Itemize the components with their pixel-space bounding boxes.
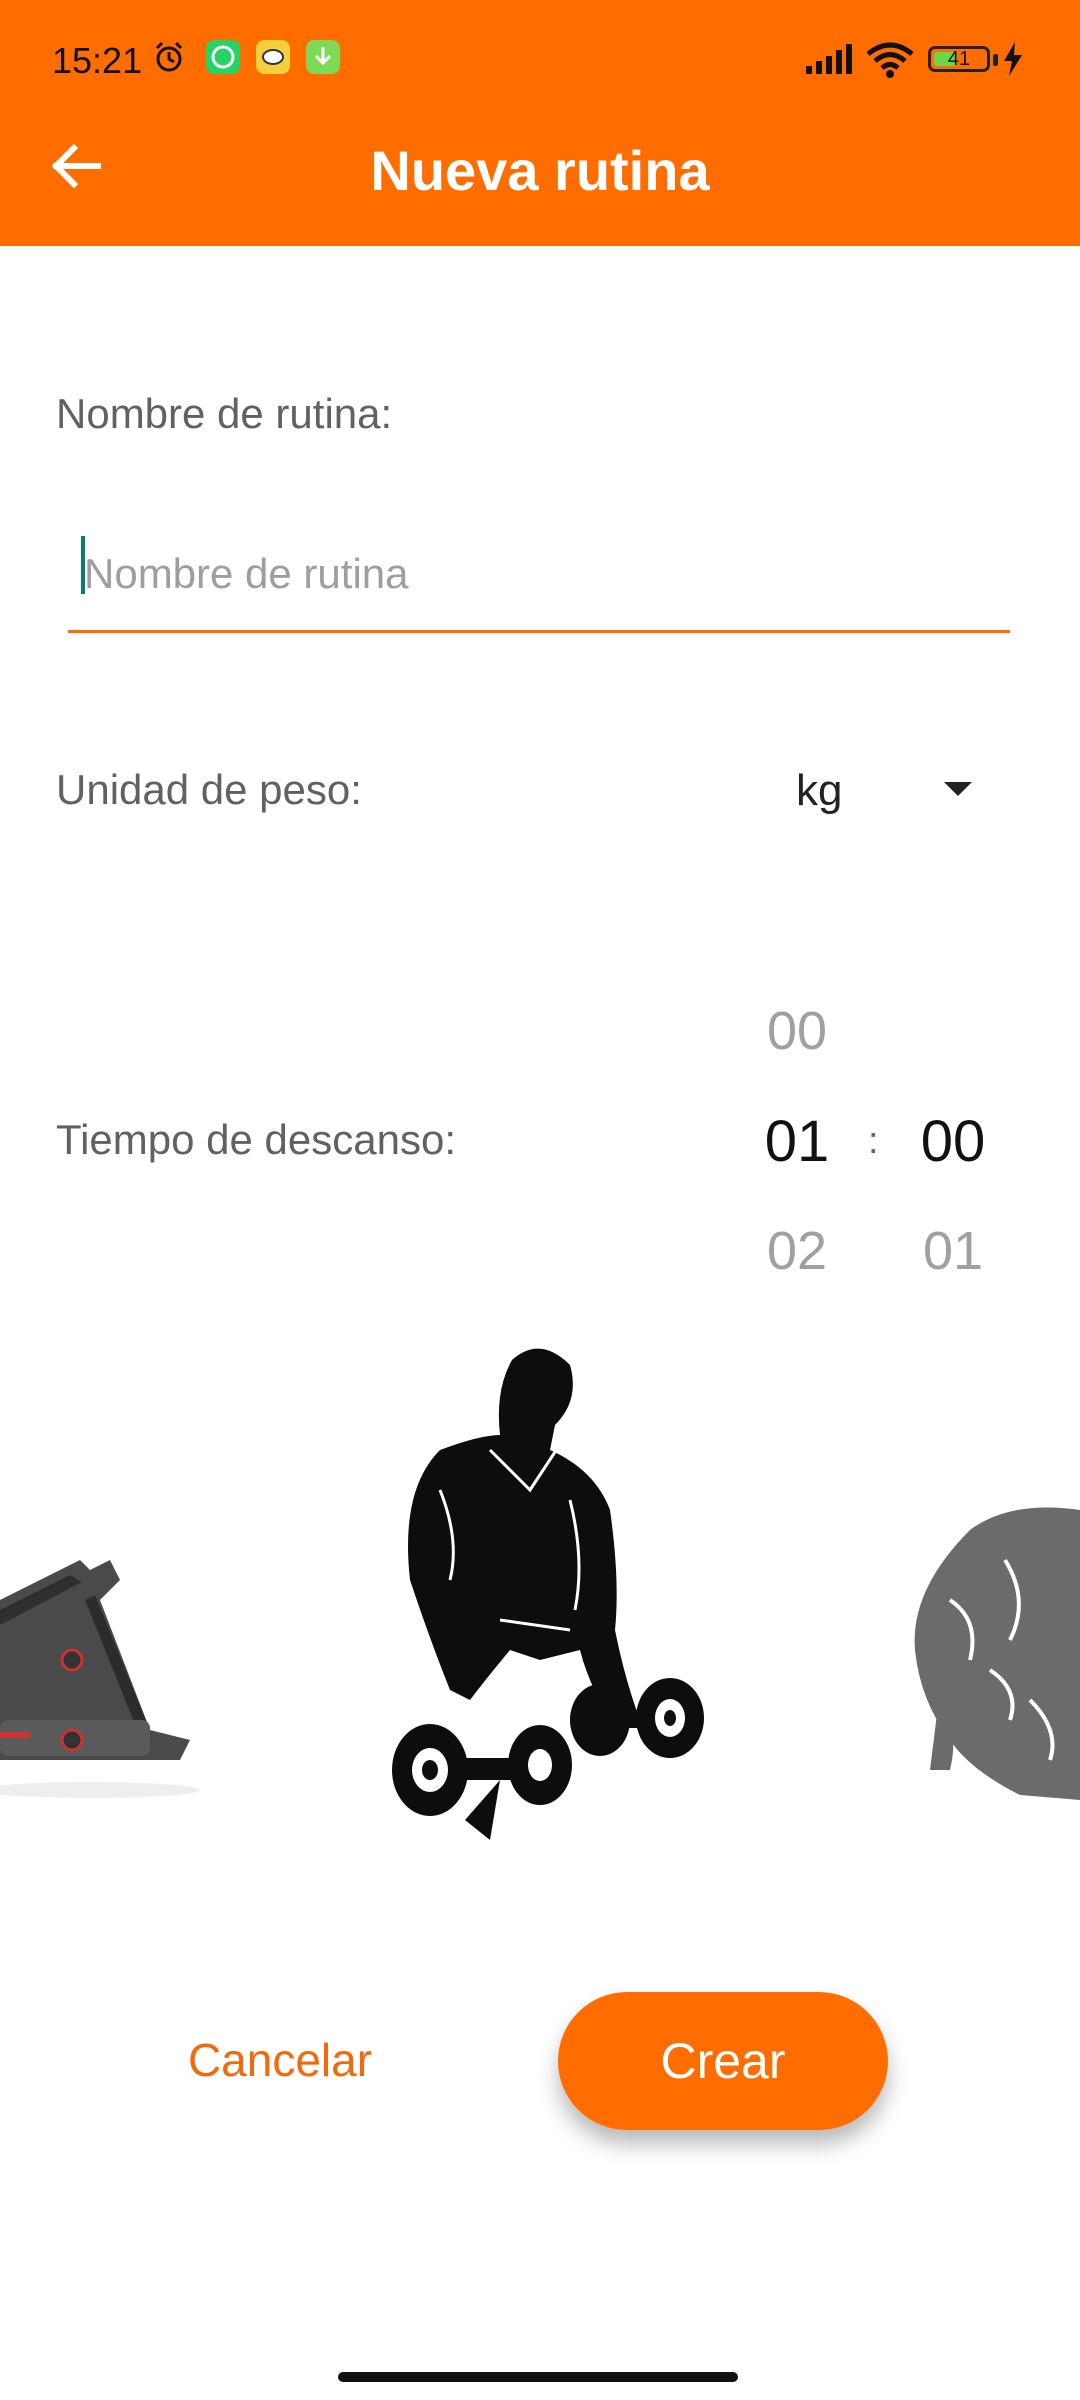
download-icon (306, 40, 340, 74)
muscle-torso-image[interactable] (910, 1500, 1080, 1800)
minutes-next[interactable]: 02 (737, 1220, 857, 1282)
status-time: 15:21 (52, 40, 143, 81)
dropdown-arrow-icon (944, 782, 972, 796)
battery-level: 41 (947, 48, 971, 70)
seconds-selected[interactable]: 00 (893, 1108, 1013, 1175)
battery-icon: 41 (928, 46, 990, 72)
cancel-button[interactable]: Cancelar (150, 2000, 410, 2120)
treadmill-image[interactable] (0, 1460, 200, 1800)
wifi-icon (866, 42, 914, 78)
seconds-next[interactable]: 01 (893, 1220, 1013, 1282)
routine-name-field[interactable] (68, 520, 1010, 633)
home-indicator[interactable] (338, 2372, 738, 2382)
charging-icon (1004, 42, 1022, 76)
weight-unit-label: Unidad de peso: (56, 766, 362, 813)
signal-icon (806, 44, 852, 74)
picker-separator: : (868, 1120, 879, 1162)
dumbbell-curl-image[interactable] (370, 1340, 710, 1860)
create-button[interactable]: Crear (558, 1992, 888, 2130)
minutes-prev[interactable]: 00 (737, 1000, 857, 1062)
status-bar: 15:21 41 (0, 0, 1080, 120)
routine-name-label: Nombre de rutina: (56, 390, 393, 437)
minutes-selected[interactable]: 01 (737, 1108, 857, 1175)
weight-unit-dropdown[interactable]: kg (780, 752, 1000, 832)
routine-image-carousel[interactable] (0, 1320, 1080, 1880)
weight-unit-value: kg (796, 766, 843, 815)
rest-time-label: Tiempo de descanso: (56, 1116, 457, 1163)
app-bar: 15:21 41 Nueva rutina (0, 0, 1080, 246)
battery-cap (993, 54, 998, 66)
routine-name-input[interactable] (82, 538, 986, 610)
page-title: Nueva rutina (370, 139, 710, 202)
whatsapp-icon (206, 40, 240, 74)
app-icon (256, 40, 290, 74)
alarm-icon (155, 41, 183, 72)
